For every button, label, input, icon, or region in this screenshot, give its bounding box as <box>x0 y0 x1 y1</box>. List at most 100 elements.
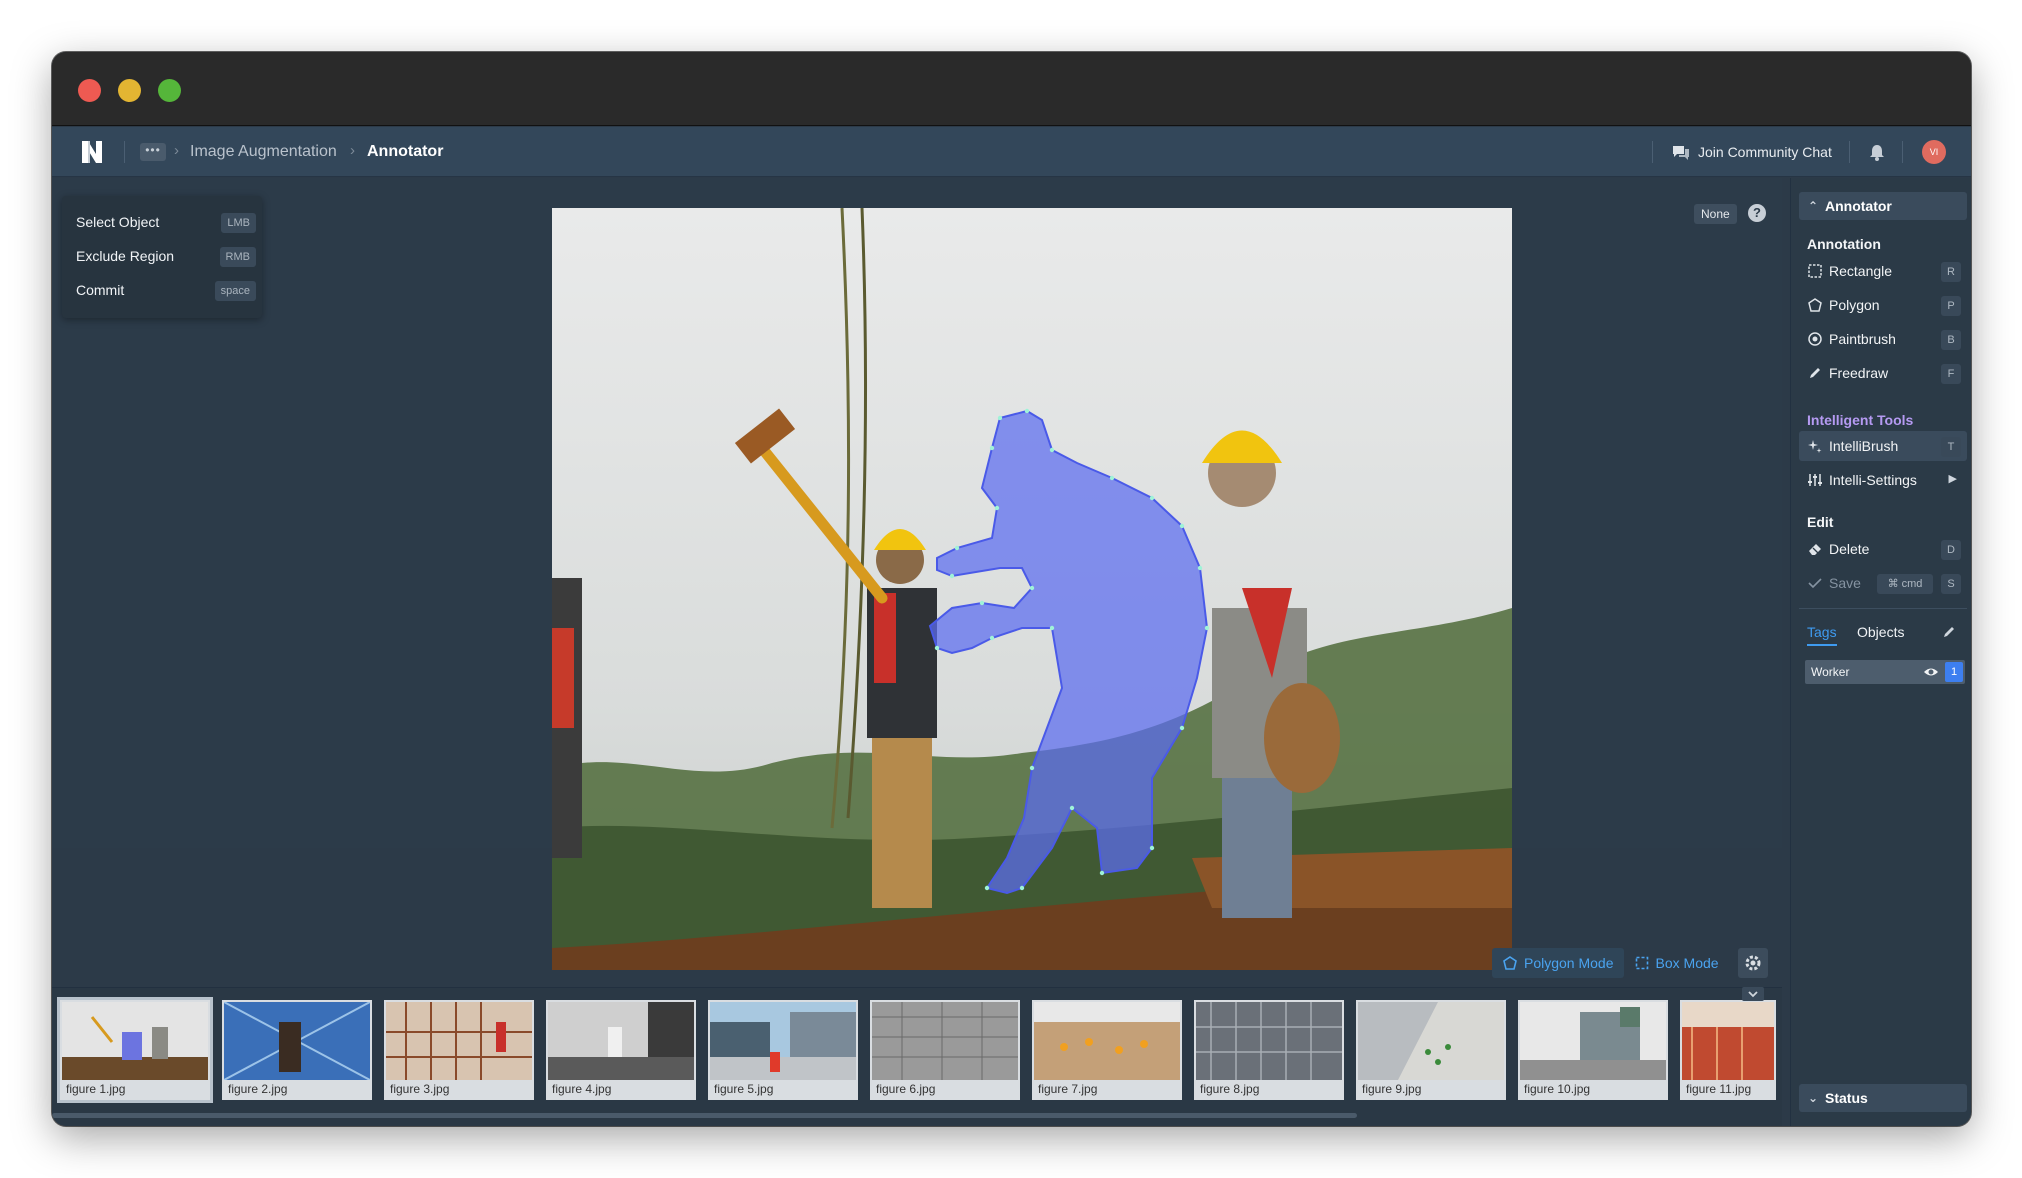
status-panel-header[interactable]: ⌄ Status <box>1799 1084 1967 1112</box>
tool-intellibrush[interactable]: IntelliBrush T <box>1799 431 1967 461</box>
thumbnail-item[interactable]: figure 9.jpg <box>1356 1000 1506 1100</box>
shortcut-label: Select Object <box>76 214 160 230</box>
chevron-up-icon: ⌃ <box>1808 199 1819 213</box>
thumbnail-item[interactable]: figure 3.jpg <box>384 1000 534 1100</box>
tool-shortcut-key: D <box>1941 540 1961 560</box>
annotation-section-title: Annotation <box>1807 236 1881 252</box>
minimize-window-button[interactable] <box>118 79 141 102</box>
zoom-window-button[interactable] <box>158 79 181 102</box>
title-bar <box>52 52 1971 126</box>
tab-objects[interactable]: Objects <box>1857 624 1904 640</box>
thumbnail-image <box>62 1002 208 1080</box>
chevron-right-icon: › <box>174 142 179 159</box>
thumbnail-label: figure 8.jpg <box>1200 1082 1260 1096</box>
box-mode-label: Box Mode <box>1655 955 1719 971</box>
box-mode-button[interactable]: Box Mode <box>1624 948 1729 978</box>
panel-divider <box>1799 608 1967 609</box>
tool-shortcut-key: S <box>1941 574 1961 594</box>
more-menu-button[interactable]: ••• <box>140 143 166 161</box>
tool-label: Polygon <box>1829 297 1880 313</box>
status-title: Status <box>1825 1090 1868 1106</box>
tool-shortcut-key: F <box>1941 364 1961 384</box>
class-selector-badge[interactable]: None <box>1694 204 1737 224</box>
delete-button[interactable]: Delete D <box>1799 534 1967 564</box>
tool-label: Paintbrush <box>1829 331 1896 347</box>
checkmark-icon <box>1808 578 1822 589</box>
thumbnail-image <box>224 1002 370 1080</box>
tool-label: Delete <box>1829 541 1870 557</box>
thumbnail-image <box>1682 1002 1774 1080</box>
thumbnail-item[interactable]: figure 6.jpg <box>870 1000 1020 1100</box>
thumbnail-label: figure 7.jpg <box>1038 1082 1098 1096</box>
save-button[interactable]: Save ⌘ cmd S <box>1799 568 1967 598</box>
pencil-icon <box>1810 368 1820 378</box>
tags-objects-tabs: Tags Objects <box>1807 624 1967 650</box>
nav-divider <box>1652 141 1653 163</box>
annotator-panel-header[interactable]: ⌃ Annotator <box>1799 192 1967 220</box>
chevron-right-icon: › <box>350 142 355 159</box>
nav-divider <box>1902 141 1903 163</box>
thumbnail-item[interactable]: figure 1.jpg <box>57 997 213 1103</box>
shortcut-label: Commit <box>76 282 125 298</box>
nav-divider <box>124 141 125 163</box>
thumbnail-item[interactable]: figure 11.jpg <box>1680 1000 1776 1100</box>
thumbnail-item[interactable]: figure 10.jpg <box>1518 1000 1668 1100</box>
thumbnail-item[interactable]: figure 2.jpg <box>222 1000 372 1100</box>
thumbnail-label: figure 3.jpg <box>390 1082 450 1096</box>
image-left-worker <box>552 578 582 858</box>
chevron-down-icon: ⌄ <box>1808 1091 1819 1105</box>
shortcut-key: RMB <box>219 247 256 267</box>
annotator-panel-title: Annotator <box>1825 198 1892 214</box>
cmd-shortcut-key: ⌘ cmd <box>1877 574 1933 594</box>
box-icon <box>1635 956 1648 970</box>
filmstrip-collapse-button[interactable] <box>1742 987 1764 1001</box>
app-window: ••• › Image Augmentation › Annotator Joi… <box>52 52 1971 1126</box>
tool-freedraw[interactable]: Freedraw F <box>1799 358 1967 388</box>
close-window-button[interactable] <box>78 79 101 102</box>
thumbnail-item[interactable]: figure 5.jpg <box>708 1000 858 1100</box>
eraser-icon <box>1809 544 1821 555</box>
tool-paintbrush[interactable]: Paintbrush B <box>1799 324 1967 354</box>
top-nav: ••• › Image Augmentation › Annotator Joi… <box>52 127 1971 177</box>
thumbnail-image <box>1520 1002 1666 1080</box>
breadcrumb-current: Annotator <box>367 143 444 160</box>
breadcrumb-project[interactable]: Image Augmentation <box>190 143 337 161</box>
thumbnail-image <box>1034 1002 1180 1080</box>
annotator-side-panel: ⌃ Annotator Annotation Rectangle R Polyg… <box>1790 178 1971 1126</box>
help-icon[interactable]: ? <box>1748 204 1766 222</box>
tool-shortcut-key: T <box>1941 437 1961 457</box>
gear-icon <box>1745 955 1761 971</box>
tool-label: Rectangle <box>1829 263 1893 279</box>
thumbnail-item[interactable]: figure 4.jpg <box>546 1000 696 1100</box>
thumbnail-item[interactable]: figure 8.jpg <box>1194 1000 1344 1100</box>
thumbnail-image <box>548 1002 694 1080</box>
logo-icon[interactable] <box>80 139 104 165</box>
tag-row-worker[interactable]: Worker 1 <box>1805 660 1965 684</box>
polygon-mode-button[interactable]: Polygon Mode <box>1492 948 1624 978</box>
image-filmstrip: figure 1.jpg figure 2.jpg figure 3.jpg f… <box>52 987 1782 1126</box>
tool-label: IntelliBrush <box>1829 438 1899 454</box>
thumbnail-item[interactable]: figure 7.jpg <box>1032 1000 1182 1100</box>
filmstrip-scrollbar[interactable] <box>52 1113 1357 1118</box>
shortcut-hints-panel: Select Object LMB Exclude Region RMB Com… <box>62 196 262 318</box>
tool-polygon[interactable]: Polygon P <box>1799 290 1967 320</box>
thumbnail-image <box>1358 1002 1504 1080</box>
canvas-workspace[interactable]: Select Object LMB Exclude Region RMB Com… <box>52 178 1782 970</box>
tool-shortcut-key: R <box>1941 262 1961 282</box>
tool-rectangle[interactable]: Rectangle R <box>1799 256 1967 286</box>
polygon-icon <box>1808 298 1822 312</box>
edit-tags-pencil-icon[interactable] <box>1941 624 1957 640</box>
canvas-settings-button[interactable] <box>1738 948 1768 978</box>
nav-divider <box>1849 141 1850 163</box>
notification-bell-icon[interactable] <box>1867 142 1887 162</box>
polygon-icon <box>1503 956 1517 970</box>
join-community-chat-button[interactable]: Join Community Chat <box>1672 141 1832 163</box>
annotation-image-canvas[interactable] <box>552 208 1512 970</box>
tool-shortcut-key: P <box>1941 296 1961 316</box>
thumbnail-image <box>872 1002 1018 1080</box>
eye-icon[interactable] <box>1923 664 1939 680</box>
thumbnail-image <box>710 1002 856 1080</box>
tab-tags[interactable]: Tags <box>1807 624 1837 646</box>
user-avatar[interactable]: VI <box>1922 140 1946 164</box>
intelli-settings-menu[interactable]: Intelli-Settings ▶ <box>1799 465 1967 495</box>
